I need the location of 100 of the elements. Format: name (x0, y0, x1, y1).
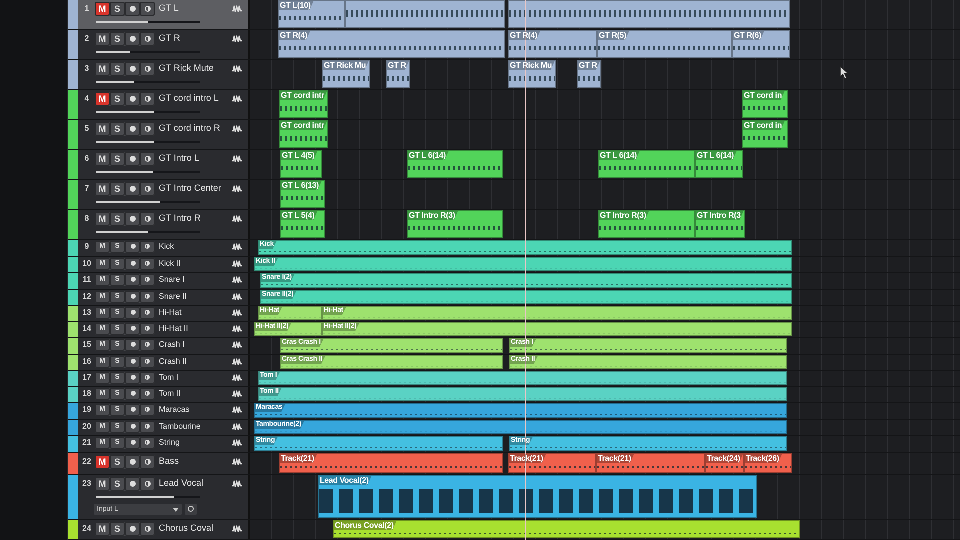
track-header[interactable]: 22 M S Bass (68, 453, 250, 474)
solo-button[interactable]: S (110, 152, 125, 166)
mute-button[interactable]: M (95, 182, 110, 196)
record-button[interactable] (125, 241, 140, 253)
audio-clip[interactable]: GT cord intr (279, 90, 328, 118)
record-button[interactable] (125, 92, 140, 106)
record-button[interactable] (125, 421, 140, 433)
monitor-button[interactable] (140, 212, 155, 226)
monitor-button[interactable] (140, 241, 155, 253)
waveform-icon[interactable] (232, 480, 242, 488)
solo-button[interactable]: S (110, 522, 125, 536)
mute-button[interactable]: M (95, 522, 110, 536)
monitor-button[interactable] (140, 152, 155, 166)
solo-button[interactable]: S (110, 455, 125, 469)
waveform-icon[interactable] (232, 458, 242, 466)
record-button[interactable] (125, 404, 140, 416)
track-header[interactable]: 4 M S GT cord intro L (68, 90, 250, 119)
audio-clip[interactable]: GT R(5) (597, 30, 732, 58)
track-header[interactable]: 24 M S Chorus Coval (68, 520, 250, 539)
solo-button[interactable]: S (110, 92, 125, 106)
audio-clip[interactable]: Track(21) (508, 453, 596, 473)
solo-button[interactable]: S (110, 122, 125, 136)
monitor-button[interactable] (140, 323, 155, 335)
audio-clip[interactable]: GT L 5(4) (280, 210, 325, 238)
monitor-button[interactable] (140, 437, 155, 449)
audio-clip[interactable]: GT Intro R(3 (695, 210, 745, 238)
audio-clip[interactable]: GT L 6(14) (598, 150, 695, 178)
track-header[interactable]: 5 M S GT cord intro R (68, 120, 250, 149)
mute-button[interactable]: M (95, 122, 110, 136)
solo-button[interactable]: S (110, 32, 125, 46)
solo-button[interactable]: S (110, 2, 125, 16)
mute-button[interactable]: M (95, 477, 110, 491)
track-header[interactable]: 3 M S GT Rick Mute (68, 60, 250, 89)
audio-clip[interactable]: GT Intro R(3) (598, 210, 695, 238)
mute-button[interactable]: M (95, 455, 110, 469)
monitor-button[interactable] (140, 477, 155, 491)
audio-clip[interactable]: GT R(6) (732, 30, 790, 58)
monitor-button[interactable] (140, 62, 155, 76)
audio-clip[interactable]: Track(26) (744, 453, 792, 473)
record-button[interactable] (125, 182, 140, 196)
track-header[interactable]: 7 M S GT Intro Center (68, 180, 250, 209)
mute-button[interactable]: M (95, 2, 110, 16)
record-button[interactable] (125, 307, 140, 319)
audio-clip[interactable]: GT R (386, 60, 410, 88)
input-monitor-button[interactable] (185, 504, 197, 515)
monitor-button[interactable] (140, 122, 155, 136)
audio-clip[interactable]: GT cord in (742, 120, 788, 148)
record-button[interactable] (125, 258, 140, 270)
waveform-icon[interactable] (232, 525, 242, 533)
record-button[interactable] (125, 122, 140, 136)
record-button[interactable] (125, 152, 140, 166)
record-button[interactable] (125, 477, 140, 491)
monitor-button[interactable] (140, 455, 155, 469)
monitor-button[interactable] (140, 388, 155, 400)
record-button[interactable] (125, 62, 140, 76)
record-button[interactable] (125, 522, 140, 536)
record-button[interactable] (125, 274, 140, 286)
audio-clip[interactable]: GT cord intr (279, 120, 328, 148)
track-header[interactable]: 8 M S GT Intro R (68, 210, 250, 239)
record-button[interactable] (125, 455, 140, 469)
record-button[interactable] (125, 2, 140, 16)
mute-button[interactable]: M (95, 62, 110, 76)
audio-clip[interactable]: GT R(4) (278, 30, 505, 58)
monitor-button[interactable] (140, 339, 155, 351)
audio-clip[interactable]: GT Rick Mu (508, 60, 556, 88)
audio-clip[interactable]: Track(24) (705, 453, 744, 473)
waveform-icon[interactable] (232, 155, 242, 163)
solo-button[interactable]: S (110, 62, 125, 76)
waveform-icon[interactable] (232, 35, 242, 43)
waveform-icon[interactable] (232, 125, 242, 133)
record-button[interactable] (125, 212, 140, 226)
record-button[interactable] (125, 32, 140, 46)
waveform-icon[interactable] (232, 65, 242, 73)
mute-button[interactable]: M (95, 92, 110, 106)
monitor-button[interactable] (140, 92, 155, 106)
mute-button[interactable]: M (95, 212, 110, 226)
track-header[interactable]: 2 M S GT R (68, 30, 250, 59)
audio-clip[interactable]: GT L(10) (278, 0, 345, 28)
monitor-button[interactable] (140, 32, 155, 46)
record-button[interactable] (125, 388, 140, 400)
solo-button[interactable]: S (110, 477, 125, 491)
audio-clip[interactable]: GT L 4(5) (280, 150, 322, 178)
record-button[interactable] (125, 323, 140, 335)
audio-clip[interactable]: Track(21) (596, 453, 705, 473)
track-header[interactable]: 6 M S GT Intro L (68, 150, 250, 179)
monitor-button[interactable] (140, 404, 155, 416)
monitor-button[interactable] (140, 291, 155, 303)
monitor-button[interactable] (140, 258, 155, 270)
waveform-icon[interactable] (232, 185, 242, 193)
audio-clip[interactable]: GT R(4) (508, 30, 597, 58)
audio-clip[interactable]: GT L 6(14) (407, 150, 503, 178)
monitor-button[interactable] (140, 274, 155, 286)
audio-clip[interactable]: Lead Vocal(2) (318, 475, 757, 518)
waveform-icon[interactable] (232, 95, 242, 103)
monitor-button[interactable] (140, 307, 155, 319)
monitor-button[interactable] (140, 421, 155, 433)
record-button[interactable] (125, 291, 140, 303)
audio-clip[interactable]: Track(21) (279, 453, 503, 473)
monitor-button[interactable] (140, 372, 155, 384)
monitor-button[interactable] (140, 522, 155, 536)
